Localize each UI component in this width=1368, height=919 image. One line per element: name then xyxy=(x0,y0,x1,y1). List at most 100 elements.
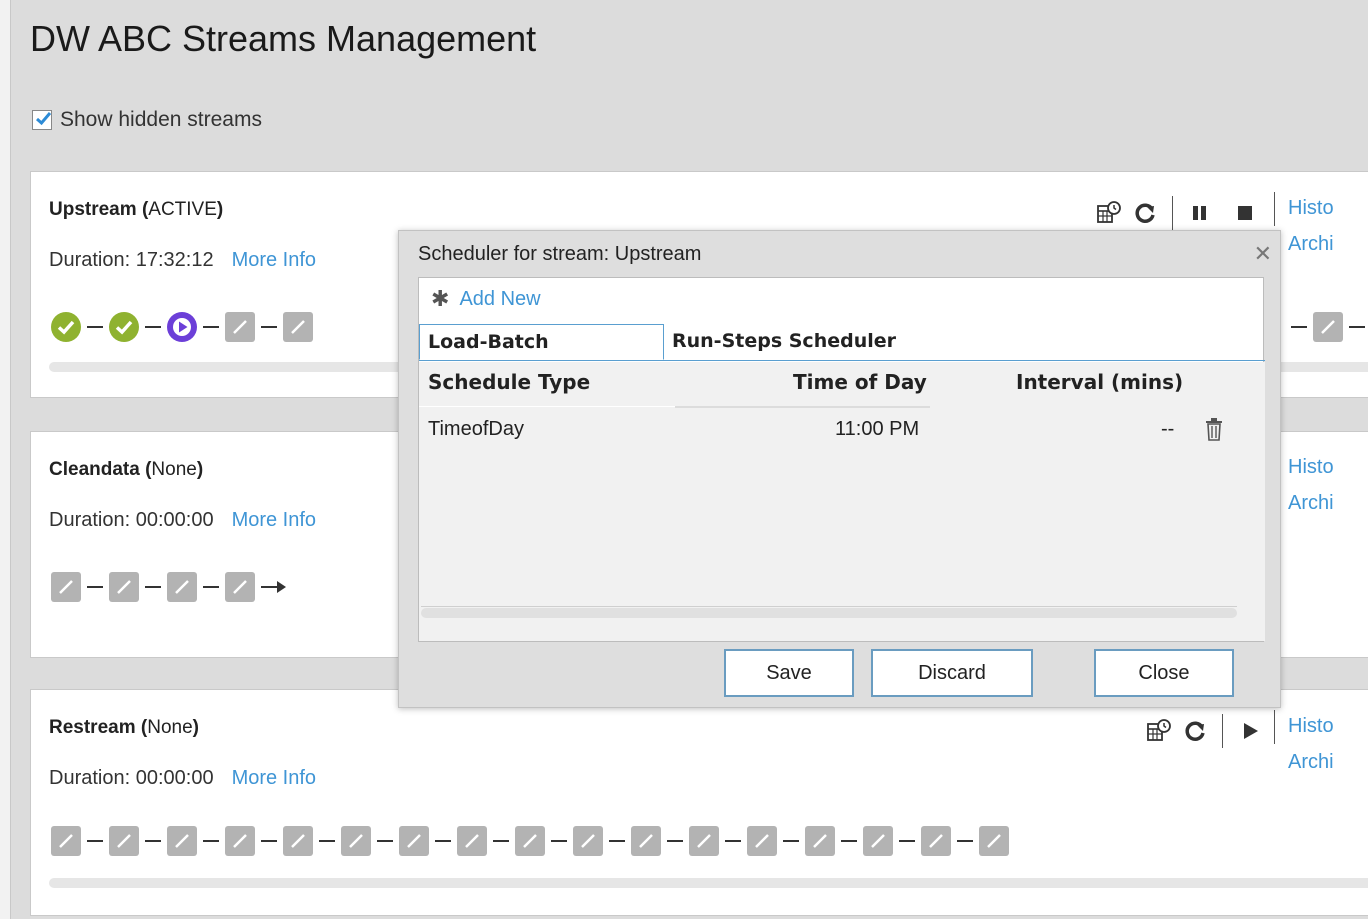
pencil-icon[interactable] xyxy=(631,826,661,856)
pencil-icon[interactable] xyxy=(51,826,81,856)
pencil-icon[interactable] xyxy=(689,826,719,856)
stop-icon[interactable] xyxy=(1232,200,1258,226)
header-divider xyxy=(675,406,930,408)
step-connector xyxy=(87,586,103,588)
pause-icon[interactable] xyxy=(1187,200,1213,226)
calendar-clock-icon[interactable] xyxy=(1146,718,1172,744)
pencil-icon[interactable] xyxy=(225,826,255,856)
step-connector xyxy=(203,840,219,842)
pencil-icon[interactable] xyxy=(573,826,603,856)
side-links-upstream: Histo Archi xyxy=(1274,190,1334,262)
pencil-icon[interactable] xyxy=(109,826,139,856)
checkbox-checked-icon[interactable] xyxy=(32,110,52,130)
discard-button[interactable]: Discard xyxy=(871,649,1033,697)
check-circle-icon[interactable] xyxy=(51,312,81,342)
close-icon[interactable]: ✕ xyxy=(1254,241,1272,267)
pencil-icon[interactable] xyxy=(167,826,197,856)
scheduler-dialog: Scheduler for stream: Upstream ✕ ✱ Add N… xyxy=(398,230,1281,708)
tab-run-steps-scheduler[interactable]: Run-Steps Scheduler xyxy=(664,324,904,358)
scheduler-content: ✱ Add New Load-Batch Scheduler Run-Steps… xyxy=(418,277,1265,642)
step-connector xyxy=(667,840,683,842)
close-button[interactable]: Close xyxy=(1094,649,1234,697)
pencil-icon[interactable] xyxy=(283,312,313,342)
scheduler-tabs: Load-Batch Scheduler Run-Steps Scheduler xyxy=(419,322,1265,387)
pencil-icon[interactable] xyxy=(51,572,81,602)
step-connector xyxy=(493,840,509,842)
save-button[interactable]: Save xyxy=(724,649,854,697)
more-info-link[interactable]: More Info xyxy=(232,509,316,531)
pencil-icon[interactable] xyxy=(515,826,545,856)
pencil-icon[interactable] xyxy=(167,572,197,602)
end-arrow-icon xyxy=(261,581,286,593)
history-link[interactable]: Histo xyxy=(1288,449,1334,485)
step-connector xyxy=(957,840,973,842)
stream-steps xyxy=(51,826,1009,856)
pencil-icon[interactable] xyxy=(399,826,429,856)
refresh-icon[interactable] xyxy=(1182,718,1208,744)
check-circle-icon[interactable] xyxy=(109,312,139,342)
separator xyxy=(1274,192,1275,226)
pencil-icon[interactable] xyxy=(1313,312,1343,342)
step-connector xyxy=(377,840,393,842)
separator xyxy=(1274,710,1275,744)
step-connector xyxy=(145,840,161,842)
side-links-cleandata: Histo Archi xyxy=(1274,449,1334,521)
stream-steps xyxy=(51,312,313,342)
refresh-icon[interactable] xyxy=(1132,200,1158,226)
pencil-icon[interactable] xyxy=(225,312,255,342)
calendar-clock-icon[interactable] xyxy=(1096,200,1122,226)
toolbar-separator xyxy=(1222,714,1223,748)
step-connector xyxy=(609,840,625,842)
step-connector xyxy=(261,326,277,328)
step-connector xyxy=(319,840,335,842)
history-link[interactable]: Histo xyxy=(1288,190,1334,226)
show-hidden-streams-toggle[interactable]: Show hidden streams xyxy=(32,108,262,132)
stream-name: Restream (None) xyxy=(49,717,199,738)
pencil-icon[interactable] xyxy=(283,826,313,856)
step-connector xyxy=(203,326,219,328)
asterisk-icon: ✱ xyxy=(431,286,450,311)
horizontal-scrollbar[interactable] xyxy=(421,608,1237,618)
column-header-schedule-type[interactable]: Schedule Type xyxy=(428,370,590,394)
schedule-table: Schedule Type Time of Day Interval (mins… xyxy=(419,362,1265,641)
pencil-icon[interactable] xyxy=(921,826,951,856)
pencil-icon[interactable] xyxy=(341,826,371,856)
left-sidebar-edge xyxy=(0,0,11,919)
stream-name: Cleandata (None) xyxy=(49,459,204,480)
stream-steps xyxy=(51,572,286,602)
archive-link[interactable]: Archi xyxy=(1288,226,1334,262)
step-connector xyxy=(261,840,277,842)
header-divider xyxy=(419,406,675,407)
column-header-interval[interactable]: Interval (mins) xyxy=(1016,370,1183,394)
add-new-button[interactable]: ✱ Add New xyxy=(431,286,541,312)
step-connector xyxy=(1349,326,1365,328)
pencil-icon[interactable] xyxy=(863,826,893,856)
scroll-divider xyxy=(421,606,1237,607)
add-new-label: Add New xyxy=(459,287,541,310)
pencil-icon[interactable] xyxy=(979,826,1009,856)
archive-link[interactable]: Archi xyxy=(1288,744,1334,780)
stream-panel-restream: Restream (None) Duration: 00:00:00 More I… xyxy=(30,689,1368,916)
dialog-title: Scheduler for stream: Upstream xyxy=(418,243,702,265)
play-icon[interactable] xyxy=(1237,718,1263,744)
pencil-icon[interactable] xyxy=(805,826,835,856)
step-connector xyxy=(87,326,103,328)
play-circle-icon[interactable] xyxy=(167,312,197,342)
more-info-link[interactable]: More Info xyxy=(232,767,316,789)
more-info-link[interactable]: More Info xyxy=(232,249,316,271)
trash-icon[interactable] xyxy=(1204,418,1224,447)
column-header-time-of-day[interactable]: Time of Day xyxy=(793,370,927,394)
cell-interval: -- xyxy=(1161,418,1175,440)
stream-duration: Duration: 00:00:00 More Info xyxy=(49,509,317,531)
pencil-icon[interactable] xyxy=(225,572,255,602)
pencil-icon[interactable] xyxy=(109,572,139,602)
pencil-icon[interactable] xyxy=(747,826,777,856)
archive-link[interactable]: Archi xyxy=(1288,485,1334,521)
step-connector xyxy=(841,840,857,842)
step-connector xyxy=(1291,326,1307,328)
show-hidden-streams-label: Show hidden streams xyxy=(60,108,262,131)
step-connector xyxy=(783,840,799,842)
history-link[interactable]: Histo xyxy=(1288,708,1334,744)
pencil-icon[interactable] xyxy=(457,826,487,856)
tab-load-batch-scheduler[interactable]: Load-Batch Scheduler xyxy=(419,324,664,387)
